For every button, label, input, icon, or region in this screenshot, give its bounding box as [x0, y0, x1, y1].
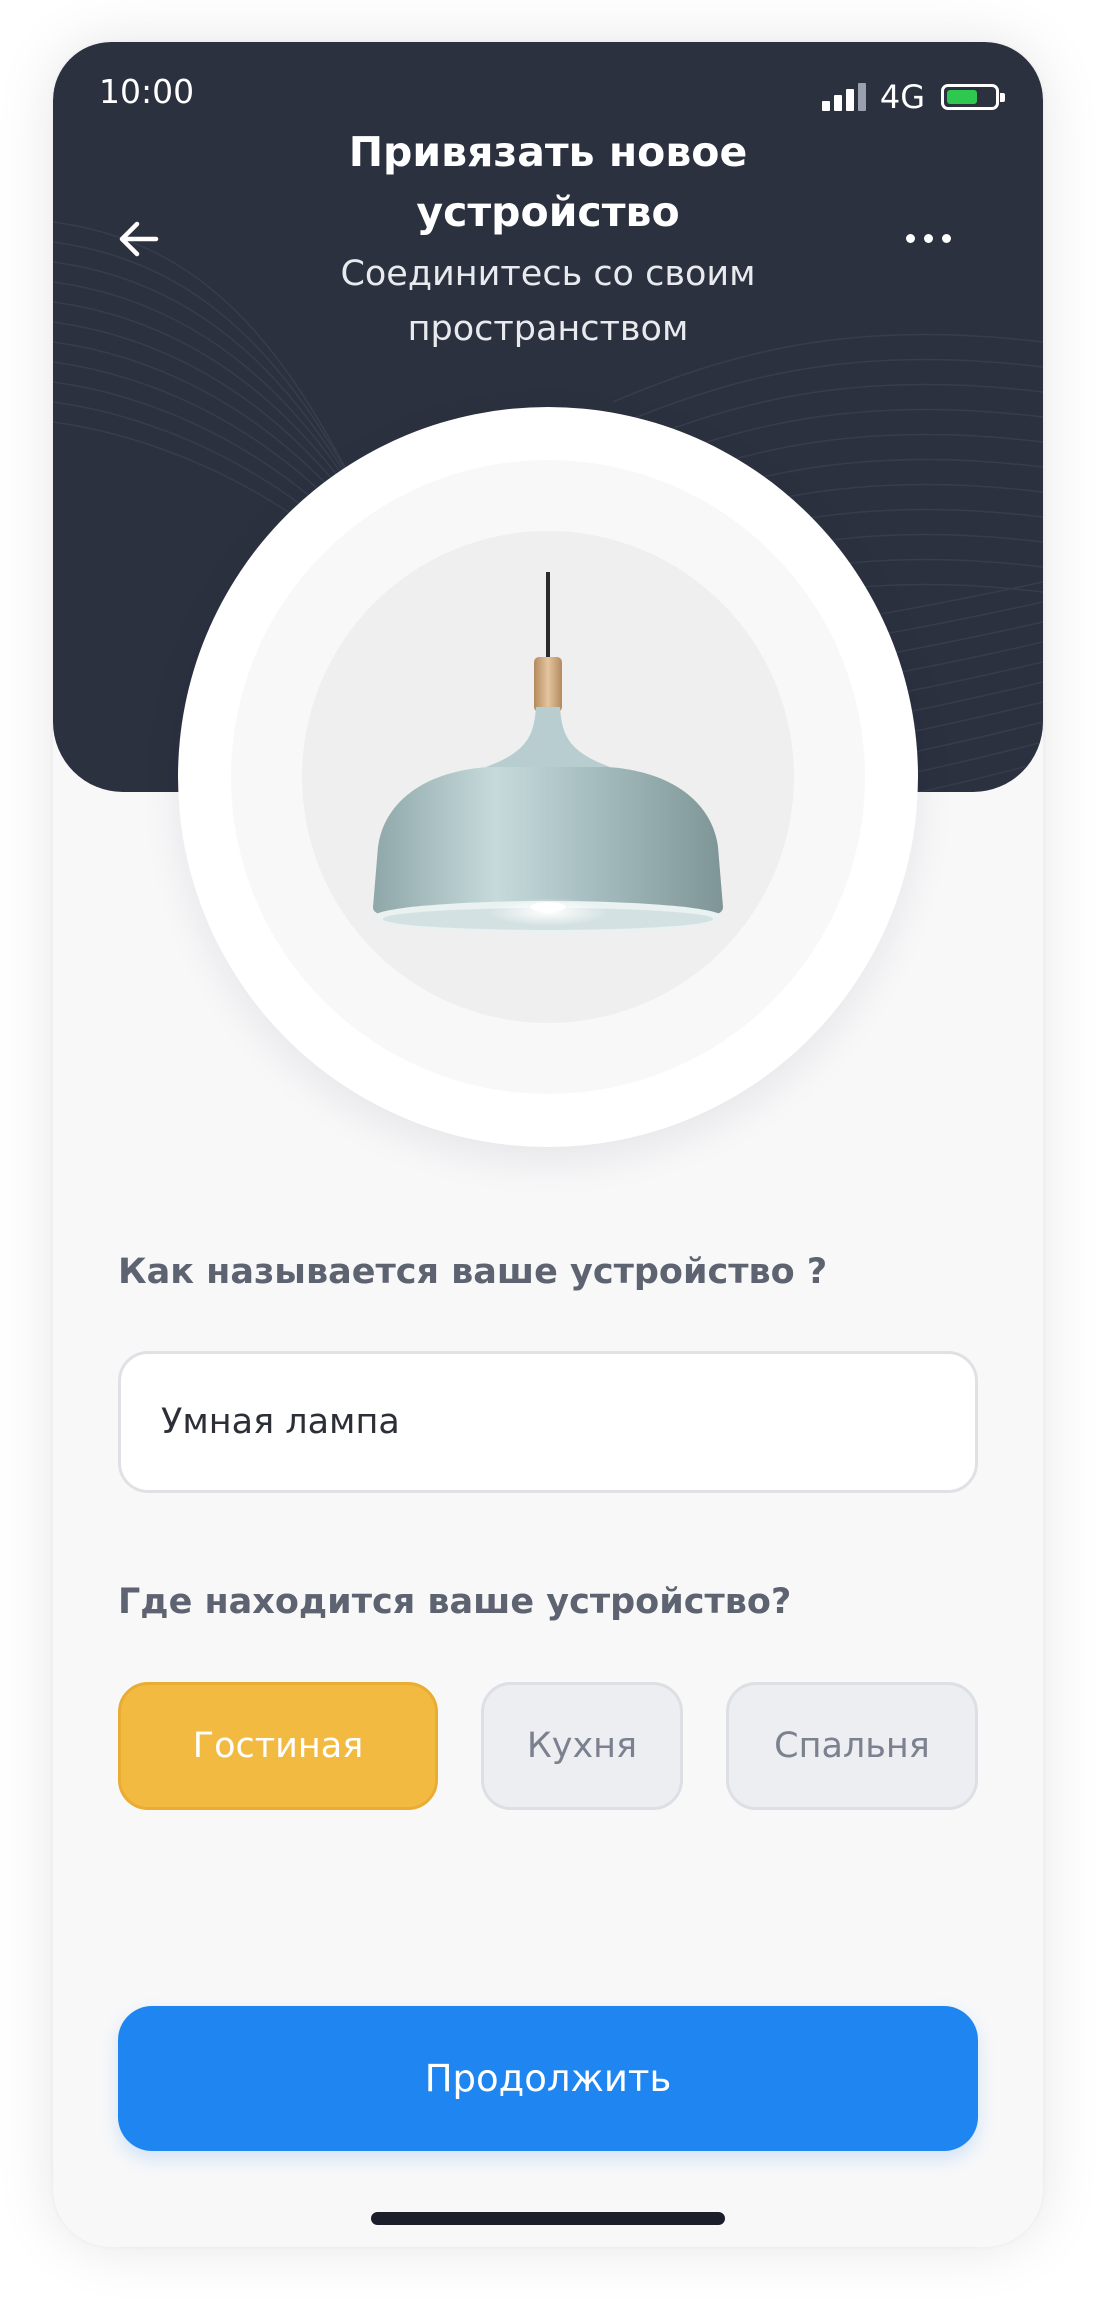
continue-button[interactable]: Продолжить [118, 2006, 978, 2151]
location-chip-bedroom[interactable]: Спальня [726, 1682, 978, 1810]
network-label: 4G [879, 78, 925, 116]
signal-icon [821, 83, 866, 111]
page-subtitle: Соединитесь со своим пространством [340, 254, 756, 349]
pendant-lamp-image [373, 572, 723, 933]
phone-screen: 10:00 4G Привязать новое устройство Соед… [53, 42, 1043, 2247]
more-horizontal-icon[interactable] [906, 234, 951, 243]
status-time: 10:00 [99, 72, 195, 111]
device-name-input[interactable] [118, 1351, 978, 1493]
status-indicators: 4G [821, 78, 1005, 116]
page-title: Привязать новое устройство [348, 128, 748, 236]
location-chip-kitchen[interactable]: Кухня [481, 1682, 683, 1810]
device-location-label: Где находится ваше устройство? [118, 1582, 792, 1622]
location-chip-living-room[interactable]: Гостиная [118, 1682, 438, 1810]
arrow-left-icon[interactable] [118, 220, 160, 262]
device-image-frame [178, 407, 918, 1147]
device-name-label: Как называется ваше устройство ? [118, 1252, 828, 1292]
home-indicator[interactable] [371, 2212, 725, 2225]
battery-icon [941, 84, 1005, 110]
